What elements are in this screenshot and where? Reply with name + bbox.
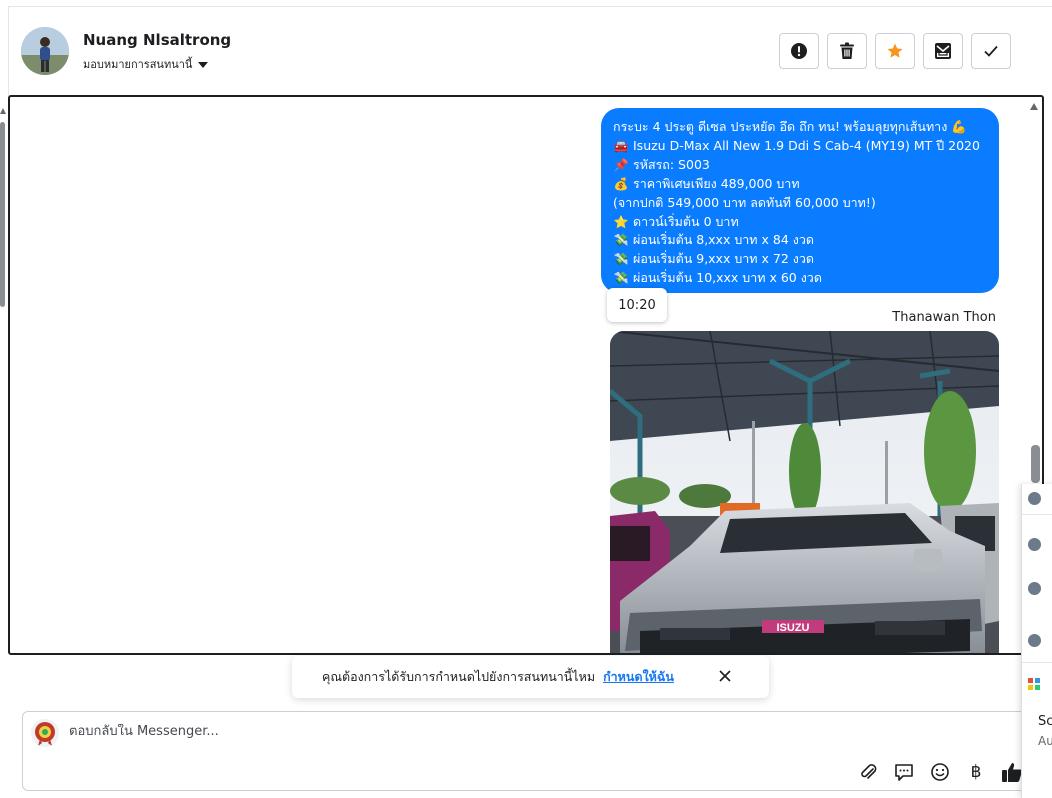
car-photo-attachment[interactable]: ISUZU: [610, 331, 999, 653]
saved-replies-button[interactable]: [891, 760, 917, 784]
left-scrollbar[interactable]: [0, 100, 6, 310]
side-divider: [1022, 514, 1052, 515]
mark-spam-button[interactable]: [779, 33, 819, 69]
scroll-up-arrow-icon[interactable]: [0, 108, 6, 114]
conversation-header: Nuang Nlsaltrong มอบหมายการสนทนานี้: [8, 7, 1052, 95]
star-icon: [887, 43, 903, 58]
assign-to-me-link[interactable]: กำหนดให้ฉัน: [603, 667, 674, 687]
message-line: 📌 รหัสรถ: S003: [613, 156, 987, 175]
pickup-brand-badge: ISUZU: [777, 622, 810, 634]
side-text-1: Sc: [1038, 714, 1052, 729]
assign-conversation-dropdown[interactable]: มอบหมายการสนทนานี้: [83, 55, 209, 73]
thread-scroll-up-icon[interactable]: [1030, 103, 1038, 110]
caret-down-icon: [198, 61, 209, 68]
message-emoji-icon: 💸: [613, 233, 629, 248]
move-to-inbox-button[interactable]: [923, 33, 963, 69]
message-line-text: (จากปกติ 549,000 บาท ลดทันที 60,000 บาท!…: [613, 194, 876, 210]
check-icon: [984, 45, 998, 57]
page-avatar: [31, 719, 59, 747]
side-avatar: [1028, 537, 1041, 551]
message-line-text: ผ่อนเริ่มต้น 9,xxx บาท x 72 งวด: [633, 251, 814, 267]
message-emoji-icon: 💸: [613, 271, 629, 286]
side-conversation-panel: Sc Au: [1021, 484, 1052, 798]
message-thread[interactable]: กระบะ 4 ประตู ดีเซล ประหยัด อึด ถึก ทน! …: [8, 95, 1044, 655]
message-line-text: รหัสรถ: S003: [633, 156, 710, 172]
close-icon[interactable]: [717, 668, 733, 684]
side-row[interactable]: [1028, 490, 1052, 506]
payment-button[interactable]: ฿: [963, 760, 989, 784]
message-line: (จากปกติ 549,000 บาท ลดทันที 60,000 บาท!…: [613, 194, 987, 213]
side-avatar: [1028, 633, 1041, 647]
left-scrollbar-thumb[interactable]: [0, 122, 5, 307]
star-button[interactable]: [875, 33, 915, 69]
message-emoji-icon: ⭐: [613, 214, 629, 229]
reply-input[interactable]: [69, 724, 869, 739]
header-actions: [779, 33, 1011, 69]
attach-button[interactable]: [855, 760, 881, 784]
emoji-icon: [931, 763, 949, 781]
page-logo: [31, 719, 59, 747]
message-timestamp: 10:20: [607, 288, 667, 322]
composer-tools: ฿: [855, 760, 1025, 784]
inbox-icon: [935, 43, 951, 59]
message-line-text: กระบะ 4 ประตู ดีเซล ประหยัด อึด ถึก ทน! …: [613, 119, 948, 134]
message-line: 💸 ผ่อนเริ่มต้น 10,xxx บาท x 60 งวด: [613, 269, 987, 288]
message-line-text: ผ่อนเริ่มต้น 10,xxx บาท x 60 งวด: [633, 270, 822, 286]
sender-name: Thanawan Thon: [892, 310, 996, 325]
side-row[interactable]: [1028, 632, 1052, 648]
contact-avatar[interactable]: [21, 27, 69, 75]
delete-button[interactable]: [827, 33, 867, 69]
side-text-2: Au: [1038, 734, 1052, 748]
message-line: 🚘 Isuzu D-Max All New 1.9 Ddi S Cab-4 (MY…: [613, 137, 987, 156]
page-scrollbar-thumb[interactable]: [1031, 445, 1040, 483]
side-divider: [1022, 662, 1052, 663]
app-grid-icon: [1028, 678, 1040, 690]
message-line: ⭐ ดาวน์เริ่มต้น 0 บาท: [613, 213, 987, 232]
alert-icon: [791, 43, 807, 59]
contact-photo: [21, 27, 69, 75]
message-line-text: ราคาพิเศษเพียง 489,000 บาท: [633, 175, 800, 191]
message-emoji-icon: 💸: [613, 252, 629, 267]
message-line: 💸 ผ่อนเริ่มต้น 8,xxx บาท x 84 งวด: [613, 231, 987, 250]
message-emoji-icon: 💰: [613, 176, 629, 191]
side-avatar: [1028, 581, 1041, 595]
message-line: 💸 ผ่อนเริ่มต้น 9,xxx บาท x 72 งวด: [613, 250, 987, 269]
message-line-text: Isuzu D-Max All New 1.9 Ddi S Cab-4 (MY1…: [633, 137, 980, 153]
message-line: กระบะ 4 ประตู ดีเซล ประหยัด อึด ถึก ทน! …: [613, 118, 987, 137]
assign-prompt-text: คุณต้องการได้รับการกำหนดไปยังการสนทนานี้…: [322, 669, 596, 684]
message-line: 💰 ราคาพิเศษเพียง 489,000 บาท: [613, 175, 987, 194]
car-photo: ISUZU: [610, 331, 999, 653]
baht-icon: ฿: [970, 762, 982, 782]
paperclip-icon: [861, 764, 877, 779]
message-line-text: ดาวน์เริ่มต้น 0 บาท: [633, 213, 739, 229]
trash-icon: [840, 42, 854, 59]
message-line-text: ผ่อนเริ่มต้น 8,xxx บาท x 84 งวด: [633, 232, 814, 248]
message-emoji-icon: 🚘: [613, 138, 629, 153]
reply-composer: ฿: [22, 711, 1052, 791]
side-row[interactable]: [1028, 536, 1052, 552]
chat-bubble-icon: [895, 764, 913, 781]
emoji-button[interactable]: [927, 760, 953, 784]
thumbs-up-icon: [1002, 763, 1022, 782]
outgoing-message-bubble[interactable]: กระบะ 4 ประตู ดีเซล ประหยัด อึด ถึก ทน! …: [601, 108, 999, 293]
message-emoji-icon: 📌: [613, 157, 629, 172]
side-avatar: [1028, 491, 1041, 505]
flexed-biceps-icon: 💪: [951, 119, 967, 134]
side-row[interactable]: [1028, 580, 1052, 596]
inbox-window: Nuang Nlsaltrong มอบหมายการสนทนานี้ กระบ…: [0, 0, 1052, 798]
side-app-icon-row[interactable]: [1028, 676, 1052, 692]
mark-done-button[interactable]: [971, 33, 1011, 69]
contact-name: Nuang Nlsaltrong: [83, 31, 232, 49]
assign-label: มอบหมายการสนทนานี้: [83, 58, 193, 71]
assign-prompt-toast: คุณต้องการได้รับการกำหนดไปยังการสนทนานี้…: [292, 656, 769, 698]
